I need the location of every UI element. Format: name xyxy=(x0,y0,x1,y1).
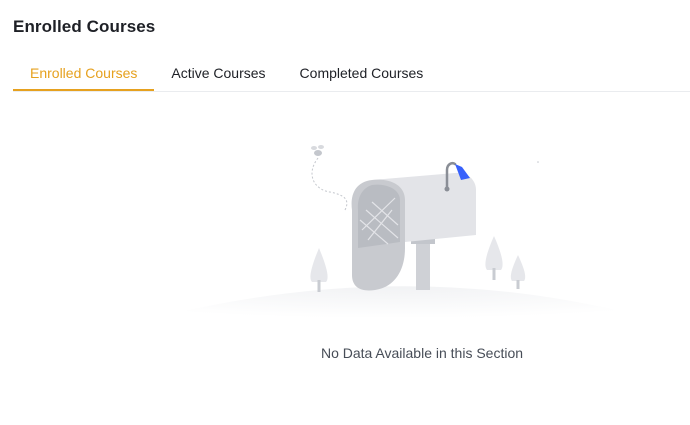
tree-icon xyxy=(310,248,328,292)
mailbox-post xyxy=(416,240,430,290)
empty-state-message: No Data Available in this Section xyxy=(320,345,524,361)
bug-icon xyxy=(311,145,324,156)
empty-state-illustration xyxy=(0,130,690,340)
tree-icon xyxy=(485,236,503,280)
tab-active-courses[interactable]: Active Courses xyxy=(154,55,282,90)
ground-hill xyxy=(95,286,690,340)
tree-icon xyxy=(510,255,526,289)
flight-path xyxy=(311,157,348,211)
mailbox-empty-illustration xyxy=(95,145,690,340)
course-tabs: Enrolled Courses Active Courses Complete… xyxy=(13,55,690,92)
tab-completed-courses[interactable]: Completed Courses xyxy=(283,55,441,90)
tab-enrolled-courses[interactable]: Enrolled Courses xyxy=(13,55,155,91)
mailbox-icon xyxy=(351,172,476,291)
page-title: Enrolled Courses xyxy=(13,17,156,36)
